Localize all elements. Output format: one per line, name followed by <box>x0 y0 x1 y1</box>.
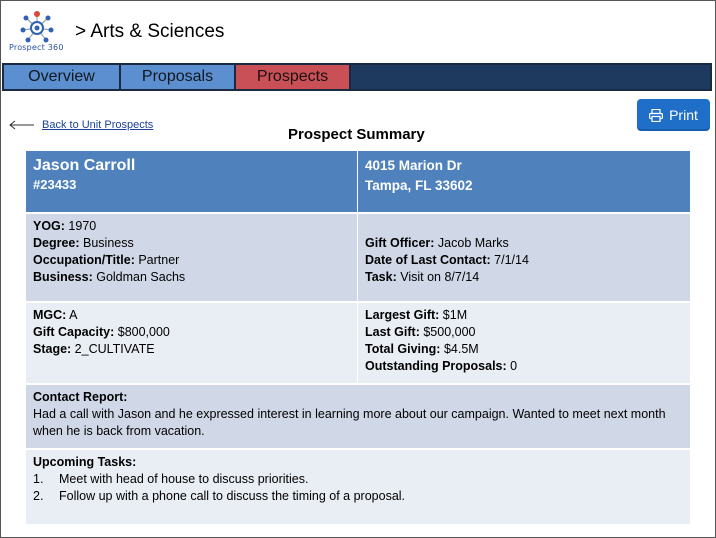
back-row: Back to Unit Prospects <box>8 119 153 131</box>
contact-report: Contact Report: Had a call with Jason an… <box>26 385 690 448</box>
upcoming-tasks: Upcoming Tasks: 1. Meet with head of hou… <box>26 450 690 524</box>
list-item: 1. Meet with head of house to discuss pr… <box>33 472 309 486</box>
prospect-address: 4015 Marion Dr Tampa, FL 33602 <box>358 151 690 212</box>
prospect-summary-title: Prospect Summary <box>288 126 425 143</box>
capacity-details: MGC: A Gift Capacity: $800,000 Stage: 2_… <box>26 303 358 383</box>
profile-details: YOG: 1970 Degree: Business Occupation/Ti… <box>26 214 358 301</box>
print-button[interactable]: Print <box>637 99 710 131</box>
printer-icon <box>649 108 664 122</box>
contact-report-text: Had a call with Jason and he expressed i… <box>33 407 666 438</box>
nav-filler <box>351 65 710 89</box>
yog-field: YOG: 1970 <box>33 219 97 233</box>
last-contact-field: Date of Last Contact: 7/1/14 <box>365 253 529 267</box>
prospect-name: Jason Carroll <box>33 157 136 174</box>
prospect-header-row: Jason Carroll #23433 4015 Marion Dr Tamp… <box>26 151 690 212</box>
task-field: Task: Visit on 8/7/14 <box>365 270 480 284</box>
business-field: Business: Goldman Sachs <box>33 270 186 284</box>
total-giving-field: Total Giving: $4.5M <box>365 342 479 356</box>
degree-field: Degree: Business <box>33 236 134 250</box>
logo-text: Prospect 360 <box>9 43 64 52</box>
task-list: 1. Meet with head of house to discuss pr… <box>33 471 683 505</box>
tab-overview[interactable]: Overview <box>4 65 121 89</box>
address-line-1: 4015 Marion Dr <box>365 158 462 173</box>
occupation-field: Occupation/Title: Partner <box>33 253 180 267</box>
back-to-unit-prospects-link[interactable]: Back to Unit Prospects <box>42 119 153 131</box>
address-line-2: Tampa, FL 33602 <box>365 178 473 193</box>
list-item: 2. Follow up with a phone call to discus… <box>33 489 406 503</box>
print-button-label: Print <box>669 107 698 123</box>
mgc-field: MGC: A <box>33 308 78 322</box>
largest-gift-field: Largest Gift: $1M <box>365 308 468 322</box>
prospect-id: #23433 <box>33 177 77 192</box>
tab-proposals[interactable]: Proposals <box>121 65 236 89</box>
last-gift-field: Last Gift: $500,000 <box>365 325 476 339</box>
officer-details: Gift Officer: Jacob Marks Date of Last C… <box>358 214 690 301</box>
upcoming-tasks-row: Upcoming Tasks: 1. Meet with head of hou… <box>26 450 690 524</box>
page-title: > Arts & Sciences <box>75 21 225 42</box>
profile-row: YOG: 1970 Degree: Business Occupation/Ti… <box>26 214 690 301</box>
giving-details: Largest Gift: $1M Last Gift: $500,000 To… <box>358 303 690 383</box>
prospect-summary-card: Jason Carroll #23433 4015 Marion Dr Tamp… <box>26 151 690 524</box>
arrow-left-icon[interactable] <box>8 119 36 131</box>
gift-capacity-field: Gift Capacity: $800,000 <box>33 325 170 339</box>
tab-prospects[interactable]: Prospects <box>236 65 351 89</box>
contact-report-row: Contact Report: Had a call with Jason an… <box>26 385 690 448</box>
outstanding-proposals-field: Outstanding Proposals: 0 <box>365 359 518 373</box>
upcoming-tasks-label: Upcoming Tasks: <box>33 455 137 469</box>
giving-row: MGC: A Gift Capacity: $800,000 Stage: 2_… <box>26 303 690 383</box>
stage-field: Stage: 2_CULTIVATE <box>33 342 155 356</box>
contact-report-label: Contact Report: <box>33 390 128 404</box>
gift-officer-field: Gift Officer: Jacob Marks <box>365 236 509 250</box>
prospect-identity: Jason Carroll #23433 <box>26 151 358 212</box>
nav-bar: Overview Proposals Prospects <box>2 63 712 91</box>
